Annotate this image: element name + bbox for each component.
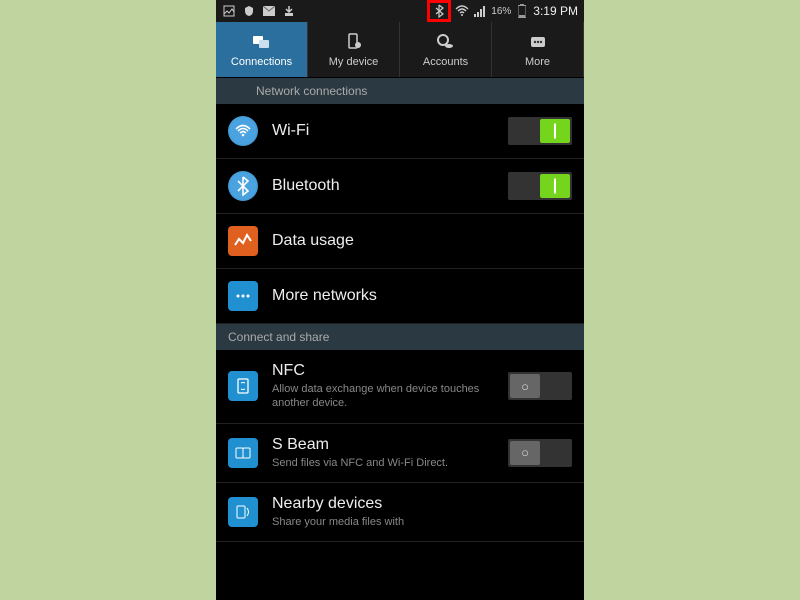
- battery-percent: 16%: [491, 6, 511, 17]
- row-bluetooth[interactable]: Bluetooth: [216, 159, 584, 214]
- sbeam-toggle[interactable]: [508, 439, 572, 467]
- row-more-networks[interactable]: More networks: [216, 269, 584, 324]
- connections-icon: [251, 31, 273, 53]
- tab-label: Connections: [231, 56, 292, 68]
- my-device-icon: [343, 31, 365, 53]
- tab-label: My device: [329, 56, 379, 68]
- battery-icon: [515, 4, 529, 18]
- row-sbeam[interactable]: S Beam Send files via NFC and Wi-Fi Dire…: [216, 424, 584, 483]
- clock: 3:19 PM: [533, 4, 578, 18]
- accounts-icon: [435, 31, 457, 53]
- image-icon: [222, 4, 236, 18]
- tab-label: Accounts: [423, 56, 468, 68]
- nearby-sub: Share your media files with: [272, 515, 572, 529]
- wifi-label: Wi-Fi: [272, 122, 508, 140]
- mail-icon: [262, 4, 276, 18]
- wifi-icon: [455, 4, 469, 18]
- settings-content: Network connections Wi-Fi Bluetooth Data…: [216, 78, 584, 542]
- row-wifi[interactable]: Wi-Fi: [216, 104, 584, 159]
- wifi-toggle[interactable]: [508, 117, 572, 145]
- data-usage-icon: [228, 226, 258, 256]
- tab-label: More: [525, 56, 550, 68]
- sbeam-icon: [228, 438, 258, 468]
- nfc-toggle[interactable]: [508, 372, 572, 400]
- phone-screen: 16% 3:19 PM Connections My device Accoun…: [216, 0, 584, 600]
- more-networks-label: More networks: [272, 287, 572, 305]
- row-data-usage[interactable]: Data usage: [216, 214, 584, 269]
- more-icon: [527, 31, 549, 53]
- row-nearby-devices[interactable]: Nearby devices Share your media files wi…: [216, 483, 584, 542]
- nfc-icon: [228, 371, 258, 401]
- tab-connections[interactable]: Connections: [216, 22, 308, 77]
- sbeam-sub: Send files via NFC and Wi-Fi Direct.: [272, 456, 508, 470]
- download-icon: [282, 4, 296, 18]
- wifi-icon: [228, 116, 258, 146]
- bluetooth-icon: [434, 4, 444, 18]
- tabs-bar: Connections My device Accounts More: [216, 22, 584, 78]
- section-header-connect-share: Connect and share: [216, 324, 584, 350]
- status-bar: 16% 3:19 PM: [216, 0, 584, 22]
- bluetooth-status-highlight: [427, 0, 451, 22]
- row-nfc[interactable]: NFC Allow data exchange when device touc…: [216, 350, 584, 424]
- section-header-network: Network connections: [216, 78, 584, 104]
- nfc-sub: Allow data exchange when device touches …: [272, 382, 508, 411]
- tab-more[interactable]: More: [492, 22, 584, 77]
- sbeam-label: S Beam: [272, 436, 508, 454]
- signal-icon: [473, 4, 487, 18]
- data-usage-label: Data usage: [272, 232, 572, 250]
- more-networks-icon: [228, 281, 258, 311]
- bluetooth-label: Bluetooth: [272, 177, 508, 195]
- bluetooth-icon: [228, 171, 258, 201]
- bluetooth-toggle[interactable]: [508, 172, 572, 200]
- tab-my-device[interactable]: My device: [308, 22, 400, 77]
- nearby-label: Nearby devices: [272, 495, 572, 513]
- nearby-devices-icon: [228, 497, 258, 527]
- nfc-label: NFC: [272, 362, 508, 380]
- shield-icon: [242, 4, 256, 18]
- tab-accounts[interactable]: Accounts: [400, 22, 492, 77]
